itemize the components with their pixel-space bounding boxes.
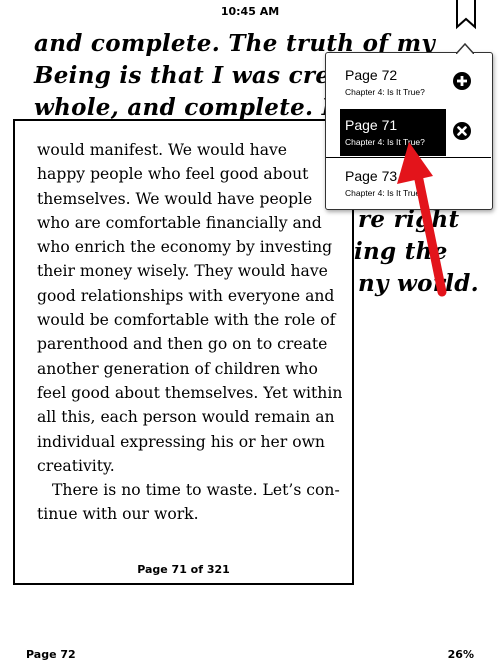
preview-line: who are comfortable financially and	[37, 213, 322, 232]
page-preview-card[interactable]: would manifest. We would have happy peop…	[13, 119, 354, 585]
preview-line: feel good about themselves. Yet within	[37, 383, 343, 402]
popup-caret	[456, 43, 474, 54]
footer-progress: 26%	[447, 648, 474, 661]
popup-item-title: Page 72	[345, 67, 398, 83]
popup-item-title: Page 73	[345, 168, 398, 184]
preview-text: would manifest. We would have happy peop…	[37, 138, 347, 527]
popup-item-page-72[interactable]: Page 72 Chapter 4: Is It True?	[326, 56, 491, 106]
preview-line: parenthood and then go on to create	[37, 335, 328, 354]
preview-line: who enrich the economy by investing	[37, 238, 333, 257]
preview-line: tinue with our work.	[37, 505, 199, 524]
popup-item-title: Page 71	[345, 117, 398, 133]
preview-line: happy people who feel good about	[37, 165, 309, 184]
preview-line: creativity.	[37, 456, 115, 475]
preview-line: good relationships with everyone and	[37, 286, 335, 305]
status-time: 10:45 AM	[220, 5, 280, 18]
preview-line: themselves. We would have people	[37, 189, 313, 208]
preview-line: individual expressing his or her own	[37, 432, 325, 451]
bookmark-icon[interactable]	[455, 0, 477, 30]
preview-line: another generation of children who	[37, 359, 318, 378]
x-circle-icon[interactable]	[453, 122, 471, 140]
preview-line: would be comfortable with the role of	[37, 311, 336, 330]
plus-circle-icon[interactable]	[453, 72, 471, 90]
preview-page-number: Page 71 of 321	[137, 563, 230, 576]
preview-line: all this, each person would remain an	[37, 408, 335, 427]
footer-location: Page 72	[26, 648, 76, 661]
preview-line: There is no time to waste. Let’s con-	[52, 481, 340, 500]
preview-line: would manifest. We would have	[37, 141, 288, 159]
bg-line: Being is that I was creat	[34, 62, 357, 89]
preview-line: their money wisely. They would have	[37, 262, 328, 281]
popup-item-chapter: Chapter 4: Is It True?	[345, 87, 425, 97]
annotation-arrow	[397, 142, 447, 297]
